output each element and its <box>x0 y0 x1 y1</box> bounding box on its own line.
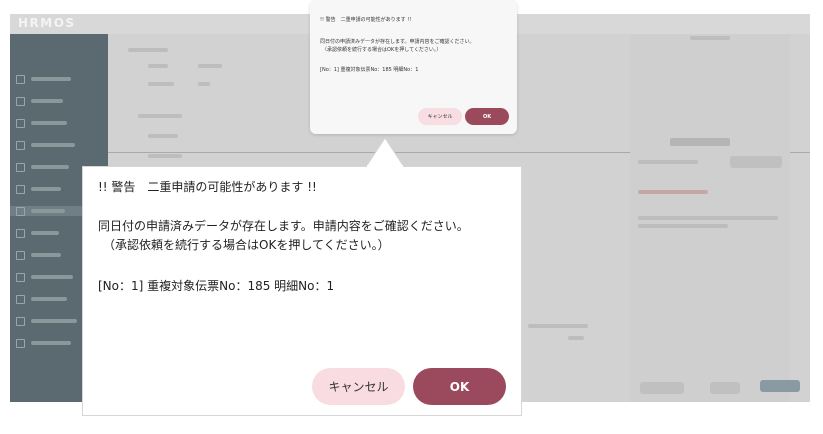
dialog-note: （承認依頼を続行する場合はOKを押してください。） <box>322 47 442 53</box>
sidebar-item[interactable] <box>16 140 75 150</box>
dialog-message-zoom: 同日付の申請済みデータが存在します。申請内容をご確認ください。 <box>98 219 469 233</box>
dialog-message: 同日付の申請済みデータが存在します。申請内容をご確認ください。 <box>320 39 475 45</box>
app-logo: HRMOS <box>18 16 76 30</box>
menu-icon <box>16 338 25 348</box>
menu-icon <box>16 96 25 106</box>
right-panel <box>630 34 800 402</box>
ok-button[interactable]: OK <box>413 368 506 405</box>
sidebar-item[interactable] <box>16 228 59 238</box>
menu-icon <box>16 162 25 172</box>
menu-icon <box>16 140 25 150</box>
menu-icon <box>16 118 25 128</box>
dialog-note-zoom: （承認依頼を続行する場合はOKを押してください。） <box>103 238 390 252</box>
menu-icon <box>16 74 25 84</box>
duplicate-detail: [No：1] 重複対象伝票No：185 明細No：1 <box>320 67 419 73</box>
cancel-button-small[interactable]: キャンセル <box>418 108 462 125</box>
sidebar-item[interactable] <box>16 294 67 304</box>
sidebar-item[interactable] <box>16 338 71 348</box>
sidebar-item[interactable] <box>16 184 61 194</box>
sidebar-item[interactable] <box>16 272 73 282</box>
cancel-button[interactable]: キャンセル <box>312 368 405 405</box>
sidebar-item[interactable] <box>16 316 77 326</box>
menu-icon <box>16 316 25 326</box>
menu-icon <box>16 206 25 216</box>
sidebar-item[interactable] <box>16 74 71 84</box>
sidebar-item[interactable] <box>16 250 61 260</box>
ok-button-small[interactable]: OK <box>465 108 509 125</box>
menu-icon <box>16 228 25 238</box>
dialog-title-zoom: !! 警告 二重申請の可能性があります !! <box>98 180 317 194</box>
dialog-title: !! 警告 二重申請の可能性があります !! <box>320 17 412 23</box>
duplicate-detail-zoom: [No：1] 重複対象伝票No：185 明細No：1 <box>98 279 335 293</box>
sidebar-item[interactable] <box>16 162 69 172</box>
menu-icon <box>16 272 25 282</box>
menu-icon <box>16 294 25 304</box>
menu-icon <box>16 250 25 260</box>
sidebar-item[interactable] <box>16 118 67 128</box>
sidebar-item[interactable] <box>16 96 63 106</box>
menu-icon <box>16 184 25 194</box>
